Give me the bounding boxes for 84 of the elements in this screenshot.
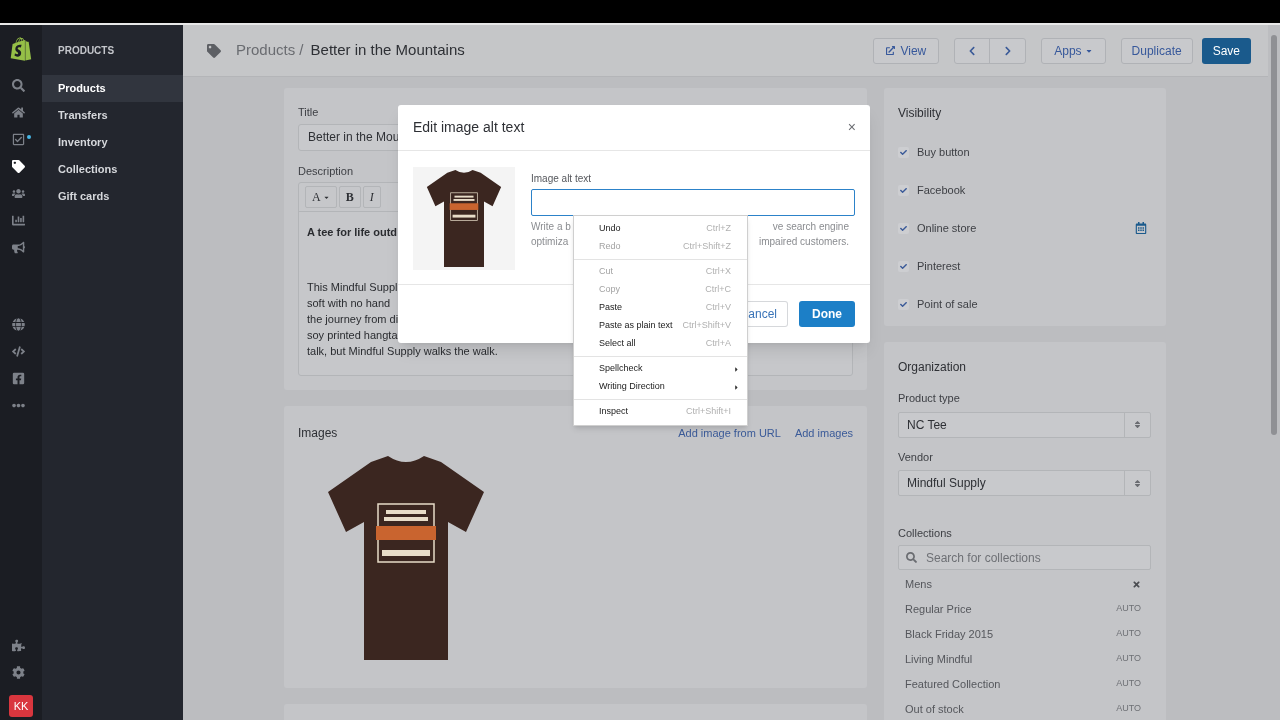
menu-item[interactable]: Paste as plain text Ctrl+Shift+V	[574, 317, 747, 335]
save-button[interactable]: Save	[1201, 37, 1251, 64]
chevron-left-icon	[967, 45, 978, 56]
scrollbar[interactable]	[1268, 25, 1280, 720]
field-label: Product type	[898, 391, 960, 406]
menu-item[interactable]: Spellcheck	[574, 360, 747, 378]
auto-tag: AUTO	[1116, 677, 1141, 691]
search-icon	[906, 551, 917, 563]
auto-tag: AUTO	[1116, 652, 1141, 666]
card-title: Images	[298, 425, 338, 442]
dialog-title: Edit image alt text	[413, 118, 526, 137]
collection-name: Mens	[905, 576, 933, 592]
vendor-select[interactable]: Mindful Supply	[898, 470, 1151, 496]
collection-name: Out of stock	[905, 701, 965, 717]
nav-item[interactable]: Products	[42, 75, 183, 102]
field-label: Description	[298, 163, 354, 179]
page-title: Better in the Mountains	[310, 40, 465, 61]
done-button[interactable]: Done	[799, 301, 855, 327]
sort-arrows-icon	[1133, 420, 1142, 429]
close-button[interactable]: ×	[847, 117, 856, 138]
add-image-link[interactable]: Add image from URL	[678, 424, 781, 442]
description-line: soy printed hangta	[307, 328, 398, 343]
field-label: Collections	[898, 526, 952, 541]
external-link-icon	[886, 46, 896, 55]
menu-item[interactable]: Paste Ctrl+V	[574, 299, 747, 317]
checkbox[interactable]	[898, 184, 909, 196]
channel-label: Pinterest	[917, 258, 961, 274]
tag-icon	[207, 43, 221, 58]
field-label: Image alt text	[531, 172, 592, 186]
nav-heading: PRODUCTS	[57, 43, 116, 58]
checkbox[interactable]	[898, 298, 909, 310]
nav-item[interactable]: Transfers	[42, 102, 183, 129]
menu-item[interactable]: Writing Direction	[574, 378, 747, 396]
card-title: Visibility	[898, 105, 943, 122]
description-line: A tee for life outd	[307, 225, 398, 240]
avatar[interactable]: KK	[9, 695, 33, 717]
description-line: This Mindful Suppl	[307, 280, 398, 295]
product-type-select[interactable]: NC Tee	[898, 411, 1151, 438]
field-label: Title	[298, 105, 319, 120]
auto-tag: AUTO	[1116, 602, 1141, 616]
collection-name: Featured Collection	[905, 676, 1002, 692]
menu-item[interactable]: Select all Ctrl+A	[574, 335, 747, 353]
nav-item[interactable]: Gift cards	[42, 183, 183, 210]
help-text: ve search engine	[772, 220, 849, 234]
sort-arrows-icon	[1133, 478, 1142, 488]
channel-label: Point of sale	[917, 296, 978, 312]
help-text: optimiza	[531, 235, 569, 249]
view-button[interactable]: View	[873, 37, 940, 64]
channel-label: Buy button	[917, 144, 970, 160]
format-button[interactable]: B	[338, 186, 361, 208]
caret-right-icon	[733, 383, 740, 391]
field-label: Vendor	[898, 449, 933, 465]
chevron-right-icon	[1002, 45, 1013, 56]
shopping-bag-logo[interactable]	[10, 37, 32, 61]
channel-label: Facebook	[917, 182, 966, 198]
nav-item[interactable]: Inventory	[42, 129, 183, 156]
add-image-link[interactable]: Add images	[794, 424, 853, 442]
collection-name: Black Friday 2015	[905, 626, 995, 642]
collections-search-field[interactable]: Search for collections	[898, 545, 1151, 570]
description-line: talk, but Mindful Supply walks the walk.	[307, 344, 498, 359]
checkbox[interactable]	[898, 260, 909, 272]
menu-item[interactable]: Undo Ctrl+Z	[574, 220, 747, 238]
channel-label: Online store	[917, 220, 977, 236]
calendar-icon[interactable]	[1135, 222, 1147, 234]
format-button[interactable]: A	[305, 186, 337, 208]
apps-button[interactable]: Apps	[1041, 37, 1106, 64]
auto-tag: AUTO	[1116, 702, 1141, 716]
duplicate-button[interactable]: Duplicate	[1120, 37, 1193, 64]
checked-box-icon[interactable]	[11, 133, 31, 146]
checkbox[interactable]	[898, 222, 909, 234]
auto-tag: AUTO	[1116, 627, 1141, 641]
collection-name: Regular Price	[905, 601, 973, 617]
remove-icon[interactable]	[1132, 579, 1141, 589]
nav-item[interactable]: Collections	[42, 156, 183, 183]
format-button[interactable]: I	[362, 186, 381, 208]
menu-item[interactable]: Inspect Ctrl+Shift+I	[574, 403, 747, 421]
description-line: the journey from di	[307, 312, 399, 327]
card-title: Organization	[898, 359, 968, 376]
checkbox[interactable]	[898, 146, 909, 158]
help-text: Write a b	[531, 220, 571, 234]
caret-right-icon	[733, 365, 740, 373]
description-line: soft with no hand	[307, 296, 391, 311]
help-text: impaired customers.	[758, 235, 849, 249]
collection-name: Living Mindful	[905, 651, 974, 667]
